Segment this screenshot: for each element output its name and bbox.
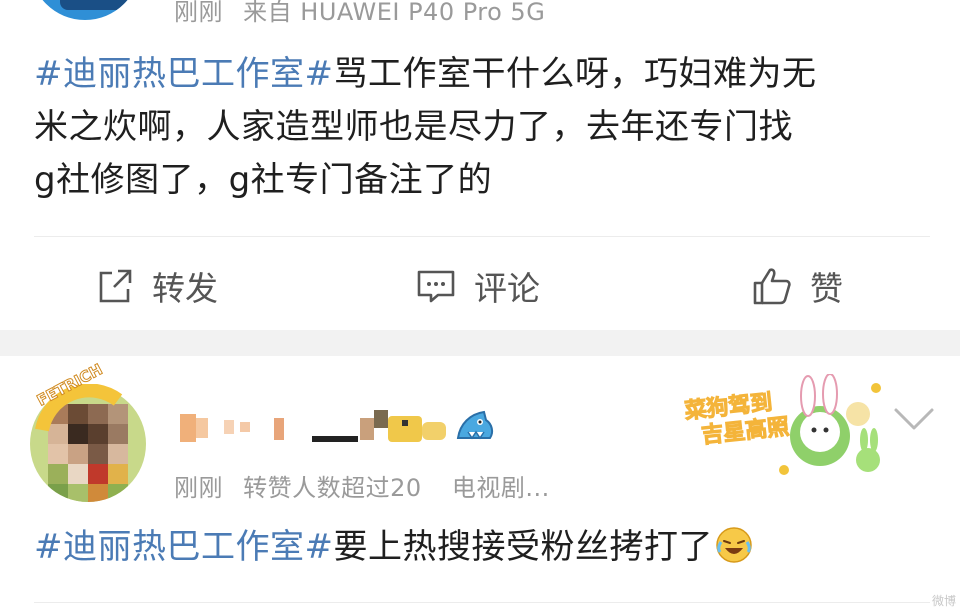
post-time: 刚刚 [174,0,223,26]
post-body: #迪丽热巴工作室#要上热搜接受粉丝拷打了 [34,521,753,574]
repost-icon [99,269,132,303]
hashtag-link[interactable]: #迪丽热巴工作室# [34,527,333,567]
post-body-line-2: 米之炊啊，人家造型师也是尽力了，去年还专门找 [34,107,793,147]
watermark: 微博 [931,594,956,608]
author-avatar[interactable] [30,0,140,20]
member-badge-icon[interactable] [454,408,496,450]
repost-button[interactable]: 转发 [96,264,218,308]
comment-icon [417,270,455,303]
post-body-line-1: #迪丽热巴工作室#骂工作室干什么呀，巧妇难为无 [34,54,817,94]
username-mosaic [180,410,446,442]
repost-label: 转发 [152,269,218,308]
post-body: #迪丽热巴工作室#骂工作室干什么呀，巧妇难为无 米之炊啊，人家造型师也是尽力了，… [34,48,816,207]
sticker-text: 菜狗驾到 吉星高照 [683,390,791,449]
action-bar: 转发 评论 赞 [0,240,960,330]
divider [34,236,930,237]
post-source: 来自 HUAWEI P40 Pro 5G [243,0,546,26]
comment-button[interactable]: 评论 [416,264,540,308]
post-separator [0,330,960,356]
weibo-post-1: 刚刚 来自 HUAWEI P40 Pro 5G #迪丽热巴工作室#骂工作室干什么… [0,0,960,330]
laughing-crying-emoji-icon [716,527,752,563]
post-meta: 刚刚 来自 HUAWEI P40 Pro 5G [174,0,557,27]
hashtag-link[interactable]: #迪丽热巴工作室# [34,54,333,94]
username-censored[interactable] [180,406,450,446]
decorative-sticker: 菜狗驾到 吉星高照 [680,373,890,478]
post-meta: 刚刚 转赞人数超过20 电视剧... [174,468,562,503]
post-body-line-3: g社修图了，g社专门备注了的 [34,160,493,200]
thumbs-up-icon [753,268,791,305]
repost-count: 转赞人数超过20 [243,474,422,502]
chevron-down-icon[interactable] [892,404,936,438]
post-source: 电视剧... [451,474,550,502]
weibo-post-2: FETRICH 菜狗驾到 吉星高照 刚刚 转赞人数超过20 电视剧... #迪丽… [0,356,960,613]
comment-label: 评论 [474,269,540,308]
divider [34,602,930,603]
like-label: 赞 [810,269,843,308]
like-button[interactable]: 赞 [752,264,843,308]
post-time: 刚刚 [174,474,223,502]
